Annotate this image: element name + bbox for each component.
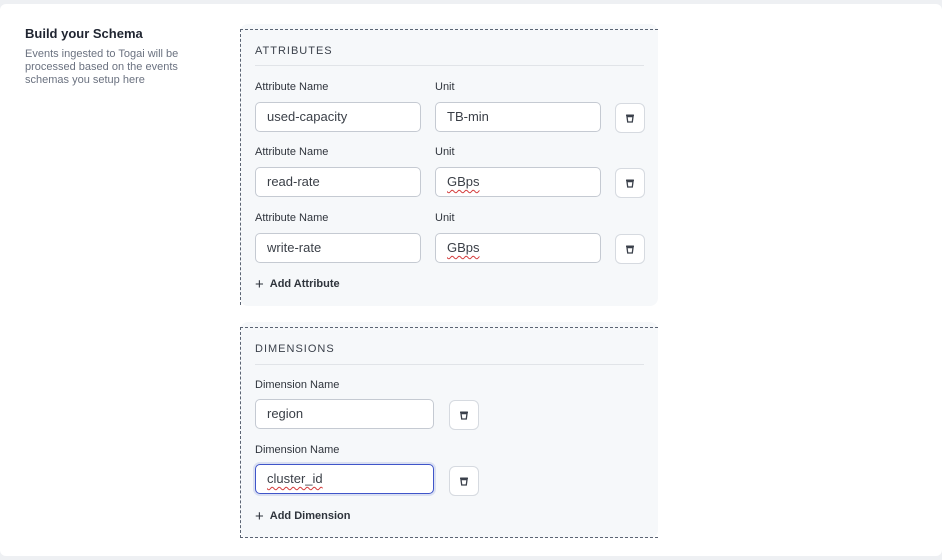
attribute-unit-field[interactable]: GBps <box>435 233 601 263</box>
dimensions-heading: DIMENSIONS <box>255 343 335 355</box>
attribute-name-label: Attribute Name <box>255 146 329 158</box>
dimension-name-field[interactable]: region <box>255 399 434 429</box>
add-attribute-label: Add Attribute <box>269 278 340 290</box>
attribute-unit-value: GBps <box>447 240 480 255</box>
attribute-unit-label: Unit <box>435 81 455 93</box>
delete-dimension-button[interactable] <box>449 466 479 496</box>
attribute-name-field[interactable]: write-rate <box>255 233 421 263</box>
section-border-top <box>240 29 658 30</box>
add-attribute-button[interactable]: + Add Attribute <box>255 275 340 293</box>
delete-dimension-button[interactable] <box>449 400 479 430</box>
section-border-left <box>240 29 241 305</box>
trash-icon <box>626 179 634 188</box>
attributes-heading: ATTRIBUTES <box>255 45 333 57</box>
attributes-divider <box>255 65 644 66</box>
dimensions-section: DIMENSIONS Dimension Name region Dimensi… <box>240 322 658 538</box>
dimension-name-label: Dimension Name <box>255 379 340 391</box>
attribute-unit-label: Unit <box>435 212 455 224</box>
delete-attribute-button[interactable] <box>615 234 645 264</box>
trash-icon <box>626 245 634 254</box>
trash-icon <box>626 114 634 123</box>
dimension-name-field[interactable]: cluster_id <box>255 464 434 494</box>
add-dimension-button[interactable]: + Add Dimension <box>255 507 351 525</box>
attribute-name-field[interactable]: used-capacity <box>255 102 421 132</box>
schema-intro: Build your Schema Events ingested to Tog… <box>25 26 215 87</box>
delete-attribute-button[interactable] <box>615 103 645 133</box>
attribute-name-label: Attribute Name <box>255 212 329 224</box>
attribute-unit-field[interactable]: GBps <box>435 167 601 197</box>
trash-icon <box>460 411 468 420</box>
trash-icon <box>460 477 468 486</box>
plus-icon: + <box>255 507 264 525</box>
section-border-bottom <box>240 537 658 538</box>
section-border-top <box>240 327 658 328</box>
attribute-unit-field[interactable]: TB-min <box>435 102 601 132</box>
section-border-left <box>240 327 241 538</box>
dimension-name-label: Dimension Name <box>255 444 340 456</box>
plus-icon: + <box>255 275 264 293</box>
schema-card: Build your Schema Events ingested to Tog… <box>0 4 942 556</box>
delete-attribute-button[interactable] <box>615 168 645 198</box>
attribute-name-field[interactable]: read-rate <box>255 167 421 197</box>
attribute-unit-label: Unit <box>435 146 455 158</box>
schema-title: Build your Schema <box>25 26 143 41</box>
dimensions-divider <box>255 364 644 365</box>
attributes-section: ATTRIBUTES Attribute Name Unit used-capa… <box>240 24 658 306</box>
schema-description: Events ingested to Togai will be process… <box>25 48 179 86</box>
add-dimension-label: Add Dimension <box>269 510 351 522</box>
attribute-name-label: Attribute Name <box>255 81 329 93</box>
attribute-unit-value: GBps <box>447 174 480 189</box>
dimension-name-value: cluster_id <box>267 471 323 486</box>
